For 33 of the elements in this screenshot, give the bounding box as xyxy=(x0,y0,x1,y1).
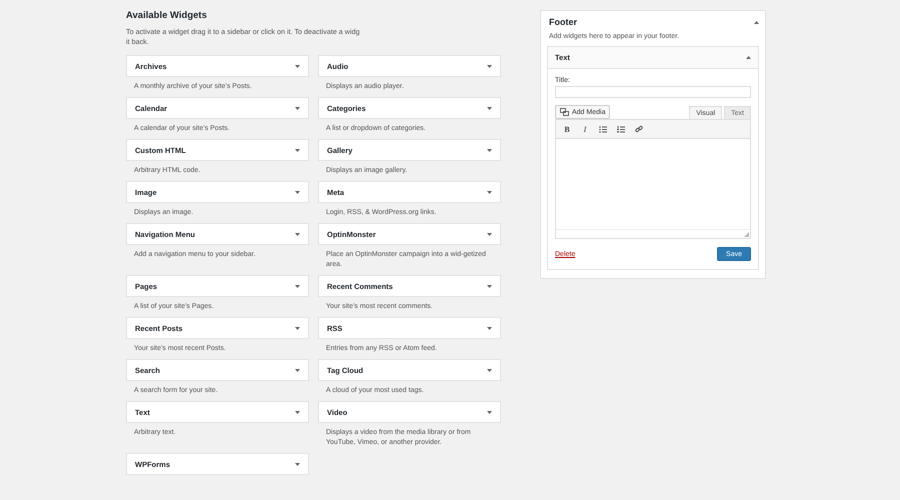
panel-title: Footer xyxy=(548,17,577,27)
numbered-list-icon xyxy=(617,126,625,132)
caret-icon[interactable] xyxy=(295,106,300,110)
caret-icon[interactable] xyxy=(754,20,759,24)
caret-icon[interactable] xyxy=(487,232,492,236)
caret-icon[interactable] xyxy=(295,284,300,288)
format-button[interactable]: I xyxy=(578,123,592,135)
caret-icon[interactable] xyxy=(295,190,300,194)
caret-icon[interactable] xyxy=(295,462,300,466)
format-button[interactable]: B xyxy=(560,123,574,135)
title-field[interactable] xyxy=(555,86,751,98)
caret-icon[interactable] xyxy=(295,410,300,414)
caret-icon[interactable] xyxy=(487,148,492,152)
toolbar-button[interactable] xyxy=(632,123,646,135)
caret-icon[interactable] xyxy=(487,106,492,110)
caret-icon[interactable] xyxy=(487,64,492,68)
caret-icon[interactable] xyxy=(746,56,751,59)
caret-icon[interactable] xyxy=(295,64,300,68)
caret-icon[interactable] xyxy=(487,284,492,288)
resize-handle-icon[interactable] xyxy=(744,232,749,237)
caret-icon[interactable] xyxy=(487,368,492,372)
caret-icon[interactable] xyxy=(295,148,300,152)
caret-icon[interactable] xyxy=(487,326,492,330)
media-icon xyxy=(560,108,569,116)
bullet-list-icon xyxy=(599,126,607,132)
section-title: Available Widgets xyxy=(126,10,208,21)
caret-icon[interactable] xyxy=(487,410,492,414)
caret-icon[interactable] xyxy=(295,326,300,330)
caret-icon[interactable] xyxy=(295,232,300,236)
caret-icon[interactable] xyxy=(487,190,492,194)
caret-icon[interactable] xyxy=(295,368,300,372)
link-icon xyxy=(635,125,643,133)
toolbar-button[interactable] xyxy=(614,123,628,135)
